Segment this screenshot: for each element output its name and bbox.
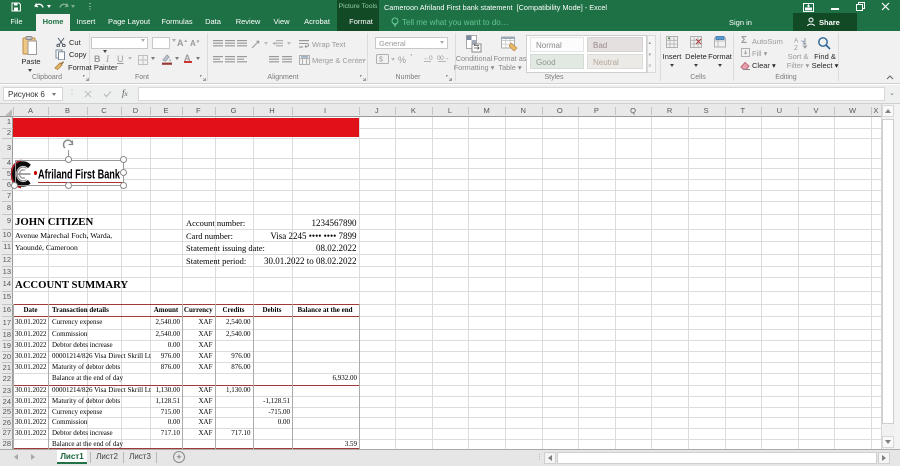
svg-text:$: $ — [379, 57, 383, 64]
svg-text:A: A — [794, 38, 799, 45]
svg-text:Z: Z — [794, 45, 798, 51]
